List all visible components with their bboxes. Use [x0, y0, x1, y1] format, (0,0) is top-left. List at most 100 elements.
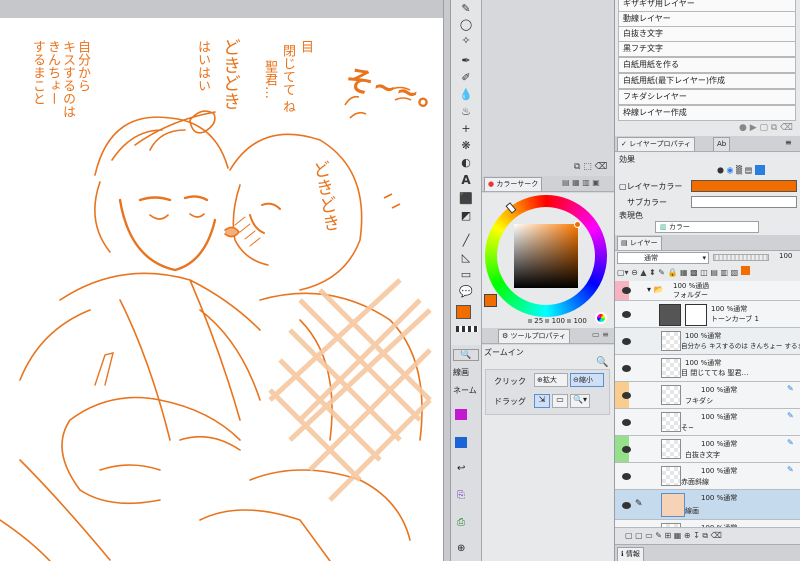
action-item-7[interactable]: フキダシレイヤー	[618, 89, 796, 105]
drag-dropdown[interactable]: 🔍▾	[570, 394, 590, 408]
middle-panel: ⧉ ⬚ ⌫ ● カラーサーク ▤ ▦ ▥ ▣ 25 100 100 ⚙ ツールプ…	[451, 0, 614, 561]
expression-dropdown[interactable]: ▥ カラー	[655, 221, 759, 233]
visibility-eye-icon[interactable]	[622, 311, 631, 318]
pen-tool-icon[interactable]: ✎	[456, 0, 476, 17]
text-tool-icon[interactable]: A	[456, 172, 476, 189]
visibility-eye-icon[interactable]	[622, 287, 631, 294]
layer-row-speech[interactable]: 100 %通常 目 閉じててね 聖君…	[615, 355, 800, 382]
layer-toolbar-icons[interactable]: ▢▾ ⊖ ▲ ⬍ ✎ 🔒 ▦ ▩ ◫ ▤ ▥ ▧	[617, 266, 799, 278]
pen-icon[interactable]: ✒	[456, 52, 476, 69]
zoom-strip-icon[interactable]: 🔍	[453, 349, 479, 361]
figure-line-icon[interactable]: ╱	[456, 232, 476, 249]
caption-line-1: するまこと	[30, 40, 45, 105]
tab-info[interactable]: ℹ 情報	[617, 547, 644, 561]
layer-color-label: ▢レイヤーカラー	[619, 182, 683, 191]
sv-cursor[interactable]	[574, 221, 581, 228]
folder-toggle-icon[interactable]: ▾ 📂	[647, 285, 664, 294]
ruler-icon[interactable]: ◺	[456, 249, 476, 266]
navigator-icon[interactable]: ⊕	[457, 543, 465, 554]
layer-effect-icon[interactable]: ⎘	[457, 490, 465, 501]
blue-swatch[interactable]	[455, 437, 467, 448]
action-item-6[interactable]: 白紙用紙(最下レイヤー)作成	[618, 73, 796, 89]
visibility-eye-icon[interactable]	[622, 338, 631, 345]
drag-zoom-option[interactable]: ⇲	[534, 394, 550, 408]
ruler-pen-icon[interactable]: ✎	[787, 411, 794, 420]
layer-row-fukidashi[interactable]: 100 %通常 フキダシ ✎	[615, 382, 800, 409]
visibility-eye-icon[interactable]	[622, 365, 631, 372]
layer-color-swatch[interactable]	[691, 180, 797, 192]
brush-icon[interactable]: 💧	[456, 86, 476, 103]
layer-row-blush[interactable]: 100 %通常 赤面斜線 ✎	[615, 463, 800, 490]
zoom-in-radio[interactable]: ⊕拡大	[534, 373, 568, 387]
auto-select-icon[interactable]: ✧	[456, 32, 476, 49]
mask-thumb	[685, 304, 707, 326]
layer-row-lineart-selected[interactable]: ✎ 100 %通常 線画	[615, 490, 800, 520]
airbrush-icon[interactable]: ♨	[456, 103, 476, 120]
opacity-slider[interactable]	[713, 254, 769, 261]
hue-ring[interactable]	[485, 195, 607, 317]
visibility-eye-icon[interactable]	[622, 419, 631, 426]
action-controls[interactable]: ● ▶ ▢ ⧉ ⌫	[739, 123, 793, 133]
action-item-3[interactable]: 白抜き文字	[618, 26, 796, 42]
color-mode-icon[interactable]	[595, 312, 607, 324]
colorwheel-header: ● カラーサーク ▤ ▦ ▥ ▣	[482, 176, 614, 192]
layer-row-tonecurve[interactable]: 100 %通常 トーンカーブ 1	[615, 301, 800, 328]
layer-row-shironuki[interactable]: 100 %通常 白抜き文字 ✎	[615, 436, 800, 463]
export-icon[interactable]: ⎙	[457, 517, 465, 528]
caption-line-3: キスするのは	[60, 40, 75, 118]
gradient-icon[interactable]: ◩	[456, 207, 476, 224]
current-color-swatch[interactable]	[484, 294, 497, 307]
fill-icon[interactable]: ⬛	[456, 190, 476, 207]
layer-footer-toolbar[interactable]: ▢ ▢ ▭ ✎ ⊞ ▦ ⊕ ↧ ⧉ ⌫	[615, 527, 800, 544]
drawing-canvas[interactable]: するまこと きんちょー キスするのは 自分から はいはい どきどき 聖君… 閉じ…	[0, 0, 443, 561]
action-item-4[interactable]: 黒フチ文字	[618, 41, 796, 57]
action-item-5[interactable]: 白紙用紙を作る	[618, 57, 796, 73]
strip-label-1: 線画	[453, 368, 469, 377]
layer-row-sowa[interactable]: 100 %通常 そ~ ✎	[615, 409, 800, 436]
zoom-out-radio[interactable]: ⊖縮小	[570, 373, 604, 387]
subtool-footer-icons[interactable]: ⧉ ⬚ ⌫	[574, 162, 612, 174]
layer-row-folder[interactable]: ▾ 📂 100 %通過 フォルダー	[615, 281, 800, 301]
toolprop-menu-icon[interactable]: ▭ ≡	[592, 330, 609, 339]
canvas-scrollbar[interactable]	[443, 0, 451, 561]
magenta-swatch[interactable]	[455, 409, 467, 420]
frame-icon[interactable]: ▭	[456, 266, 476, 283]
eraser-icon[interactable]: ❋	[456, 137, 476, 154]
drag-rect-option[interactable]: ▭	[552, 394, 568, 408]
layer-row-caption[interactable]: 100 %通常 自分から キスするのは きんちょー するまこと	[615, 328, 800, 355]
main-color-swatch[interactable]	[456, 305, 471, 319]
action-item-8[interactable]: 枠線レイヤー作成	[618, 105, 796, 121]
tab-color-circle[interactable]: ● カラーサーク	[484, 177, 543, 191]
saturation-value-square[interactable]	[514, 224, 578, 288]
effect-icons[interactable]: ● ◉ ▒ ▤	[717, 165, 799, 177]
lasso-icon[interactable]: ◯	[456, 16, 476, 33]
visibility-eye-icon[interactable]	[622, 446, 631, 453]
swap-icon[interactable]: ↩	[457, 463, 465, 474]
sub-color-swatch[interactable]	[691, 196, 797, 208]
action-item-2[interactable]: 動線レイヤー	[618, 11, 796, 27]
tab-layer-search[interactable]: Ab	[713, 137, 731, 151]
pencil-icon[interactable]: ✐	[456, 69, 476, 86]
layerprop-header: ✓ レイヤープロパティ Ab ≡	[615, 136, 800, 152]
layerprop-menu-icon[interactable]: ≡	[785, 138, 792, 147]
ruler-pen-icon[interactable]: ✎	[787, 438, 794, 447]
tab-layer-property[interactable]: ✓ レイヤープロパティ	[617, 137, 696, 151]
balloon-icon[interactable]: 💬	[456, 283, 476, 300]
decoration-icon[interactable]: +	[456, 120, 476, 137]
visibility-eye-icon[interactable]	[622, 502, 631, 509]
tool-title: ズームイン	[484, 348, 524, 357]
transparent-color-swatch[interactable]	[456, 326, 478, 332]
visibility-eye-icon[interactable]	[622, 392, 631, 399]
tab-tool-property[interactable]: ⚙ ツールプロパティ	[498, 329, 571, 343]
blend-mode-dropdown[interactable]: 通常 ▾	[617, 252, 709, 264]
colorwheel-tab-icons[interactable]: ▤ ▦ ▥ ▣	[562, 178, 600, 187]
visibility-eye-icon[interactable]	[622, 473, 631, 480]
zoom-preview-icon[interactable]: 🔍	[596, 357, 608, 368]
layer-panel-toolbar: 通常 ▾ 100 ▢▾ ⊖ ▲ ⬍ ✎ 🔒 ▦ ▩ ◫ ▤ ▥ ▧	[615, 251, 800, 281]
ruler-pen-icon[interactable]: ✎	[787, 465, 794, 474]
hue-cursor[interactable]	[505, 202, 517, 214]
ruler-pen-icon[interactable]: ✎	[787, 384, 794, 393]
layer-8-line1: 100 %通常	[701, 494, 738, 502]
tab-layer[interactable]: ▤ レイヤー	[617, 236, 662, 250]
blend-icon[interactable]: ◐	[456, 154, 476, 171]
